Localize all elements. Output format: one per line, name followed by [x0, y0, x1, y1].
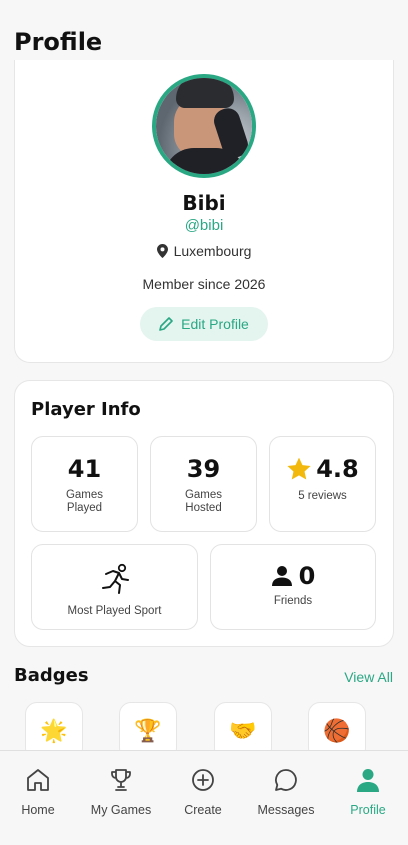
plus-circle-icon — [192, 769, 214, 791]
person-icon — [357, 769, 379, 792]
star-icon — [287, 457, 311, 480]
pencil-icon — [159, 317, 173, 331]
reviews-count: 5 reviews — [298, 490, 347, 502]
bottom-tab-bar: Home My Games Create Messages Profile — [0, 750, 408, 845]
profile-name: Bibi — [182, 191, 226, 215]
tab-my-games-label: My Games — [90, 803, 152, 817]
player-info-title: Player Info — [31, 399, 141, 420]
most-played-sport-stat[interactable]: Most Played Sport — [31, 544, 198, 630]
avatar[interactable] — [152, 74, 256, 178]
member-since: Member since 2026 — [142, 276, 266, 292]
friends-stat[interactable]: 0 Friends — [210, 544, 376, 630]
tab-my-games[interactable]: My Games — [84, 751, 158, 845]
games-hosted-label: Games Hosted — [184, 489, 223, 514]
page-title: Profile — [14, 28, 103, 56]
person-icon — [271, 566, 292, 586]
friends-label: Friends — [273, 595, 313, 607]
trophy-icon — [111, 769, 131, 791]
profile-card: Bibi @bibi Luxembourg Member since 2026 … — [14, 60, 394, 363]
tab-home[interactable]: Home — [8, 751, 68, 845]
tab-profile[interactable]: Profile — [338, 751, 398, 845]
tab-home-label: Home — [21, 803, 55, 817]
tab-messages-label: Messages — [257, 803, 315, 817]
rating-stat[interactable]: 4.8 5 reviews — [269, 436, 376, 532]
chat-icon — [275, 769, 297, 791]
view-all-link[interactable]: View All — [344, 669, 393, 685]
location-label: Luxembourg — [173, 243, 252, 259]
edit-profile-button[interactable]: Edit Profile — [140, 307, 268, 341]
location-pin-icon — [156, 244, 168, 258]
runner-icon — [101, 563, 129, 594]
profile-location: Luxembourg — [15, 243, 393, 259]
badges-title: Badges — [14, 665, 89, 686]
games-hosted-value: 39 — [186, 455, 221, 483]
tab-messages[interactable]: Messages — [250, 751, 322, 845]
home-icon — [27, 769, 49, 791]
games-played-value: 41 — [67, 455, 102, 483]
profile-handle: @bibi — [184, 217, 224, 234]
tab-create[interactable]: Create — [173, 751, 233, 845]
rating-value: 4.8 — [316, 455, 359, 483]
player-info-card: Player Info 41 Games Played 39 Games Hos… — [14, 380, 394, 647]
tab-create-label: Create — [184, 803, 222, 817]
games-hosted-stat[interactable]: 39 Games Hosted — [150, 436, 257, 532]
games-played-label: Games Played — [65, 489, 104, 514]
edit-profile-label: Edit Profile — [181, 316, 249, 332]
tab-profile-label: Profile — [350, 803, 386, 817]
friends-value: 0 — [298, 562, 316, 590]
most-played-sport-label: Most Played Sport — [67, 605, 162, 617]
games-played-stat[interactable]: 41 Games Played — [31, 436, 138, 532]
